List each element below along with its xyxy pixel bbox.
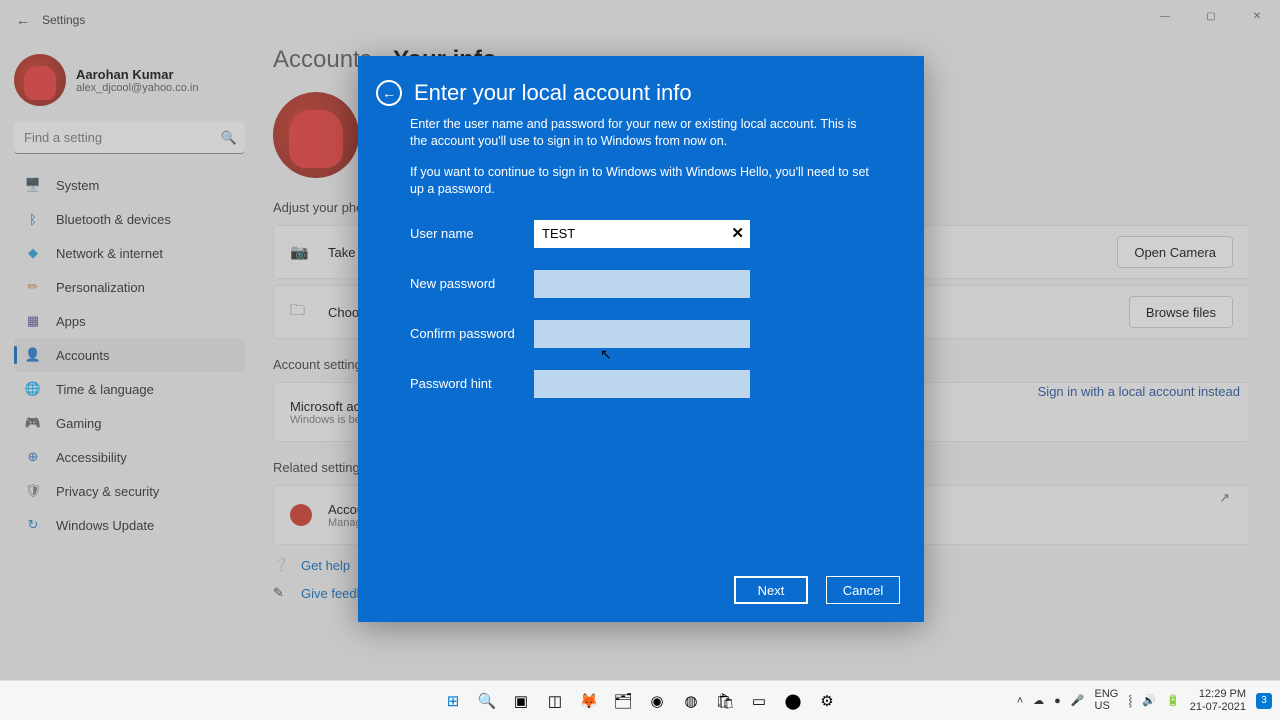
confirm-password-input[interactable] <box>534 320 750 348</box>
dialog-back-button[interactable]: ← <box>376 80 402 106</box>
settings-tb-icon[interactable]: ⚙ <box>813 687 841 715</box>
store-icon[interactable]: 🛍 <box>711 687 739 715</box>
taskbar[interactable]: ⊞ 🔍 ▣ ◫ 🦊 🗂 ◉ ◍ 🛍 ▭ ⬤ ⚙ ˄ ☁ ● 🎤 ENG US ⸾… <box>0 680 1280 720</box>
search-tb-icon[interactable]: 🔍 <box>473 687 501 715</box>
dialog-title: Enter your local account info <box>414 80 692 106</box>
explorer-icon[interactable]: 🗂 <box>609 687 637 715</box>
battery-icon[interactable]: 🔋 <box>1166 694 1180 707</box>
edge-icon[interactable]: ◍ <box>677 687 705 715</box>
volume-icon[interactable]: 🔊 <box>1142 694 1156 707</box>
tray-chevron-icon[interactable]: ˄ <box>1017 695 1023 707</box>
cancel-button[interactable]: Cancel <box>826 576 900 604</box>
wifi-icon[interactable]: ⸾ <box>1128 693 1132 708</box>
lang-1[interactable]: ENG <box>1095 689 1119 701</box>
confirm-password-label: Confirm password <box>410 326 534 341</box>
lang-2: US <box>1095 701 1119 713</box>
clock[interactable]: 12:29 PM 21-07-2021 <box>1190 688 1246 712</box>
mic-icon[interactable]: 🎤 <box>1071 694 1085 707</box>
dialog-text-2: If you want to continue to sign in to Wi… <box>410 164 870 198</box>
dialog-text-1: Enter the user name and password for you… <box>410 116 870 150</box>
taskview-icon[interactable]: ▣ <box>507 687 535 715</box>
firefox-icon[interactable]: 🦊 <box>575 687 603 715</box>
start-icon[interactable]: ⊞ <box>439 687 467 715</box>
notification-badge[interactable]: 3 <box>1256 693 1272 709</box>
username-label: User name <box>410 226 534 241</box>
password-hint-input[interactable] <box>534 370 750 398</box>
username-input[interactable] <box>534 220 750 248</box>
obs-icon[interactable]: ⬤ <box>779 687 807 715</box>
next-button[interactable]: Next <box>734 576 808 604</box>
chrome-icon[interactable]: ◉ <box>643 687 671 715</box>
onedrive-icon[interactable]: ☁ <box>1033 694 1044 707</box>
local-account-dialog: ← Enter your local account info Enter th… <box>358 56 924 622</box>
password-hint-label: Password hint <box>410 376 534 391</box>
app-icon[interactable]: ▭ <box>745 687 773 715</box>
clear-icon[interactable]: ✕ <box>731 224 744 242</box>
new-password-label: New password <box>410 276 534 291</box>
widgets-icon[interactable]: ◫ <box>541 687 569 715</box>
meet-icon[interactable]: ● <box>1054 695 1061 707</box>
new-password-input[interactable] <box>534 270 750 298</box>
